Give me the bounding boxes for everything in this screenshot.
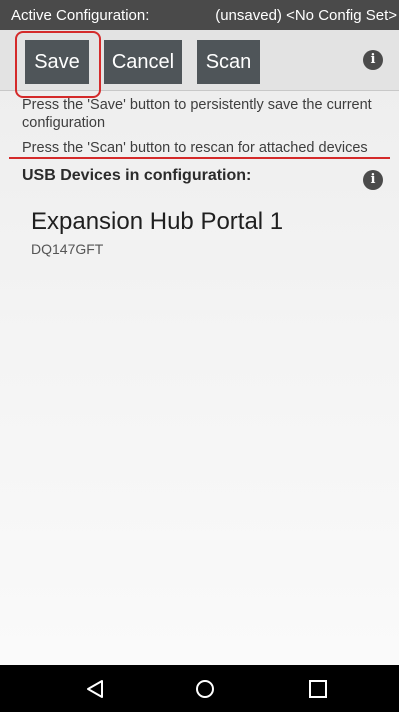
main-content: Save Cancel Scan i Press the 'Save' butt… xyxy=(0,30,399,665)
navigation-bar xyxy=(0,665,399,712)
usb-devices-heading: USB Devices in configuration: xyxy=(22,167,252,184)
config-status: (unsaved) <No Config Set> xyxy=(215,6,397,24)
info-icon[interactable]: i xyxy=(363,50,383,70)
device-serial: DQ147GFT xyxy=(31,241,104,257)
save-button[interactable]: Save xyxy=(25,40,89,84)
back-icon[interactable] xyxy=(84,678,106,700)
scan-button[interactable]: Scan xyxy=(197,40,260,84)
highlight-underline xyxy=(9,157,390,159)
scan-help-text: Press the 'Scan' button to rescan for at… xyxy=(22,140,368,156)
usb-info-icon[interactable]: i xyxy=(363,170,383,190)
recent-apps-icon[interactable] xyxy=(307,678,329,700)
home-icon[interactable] xyxy=(194,678,216,700)
toolbar: Save Cancel Scan i xyxy=(0,30,399,91)
status-bar: Active Configuration: (unsaved) <No Conf… xyxy=(0,0,399,30)
save-help-text: Press the 'Save' button to persistently … xyxy=(22,97,372,131)
status-title: Active Configuration: xyxy=(11,6,150,24)
device-name[interactable]: Expansion Hub Portal 1 xyxy=(31,208,283,236)
cancel-button[interactable]: Cancel xyxy=(104,40,182,84)
